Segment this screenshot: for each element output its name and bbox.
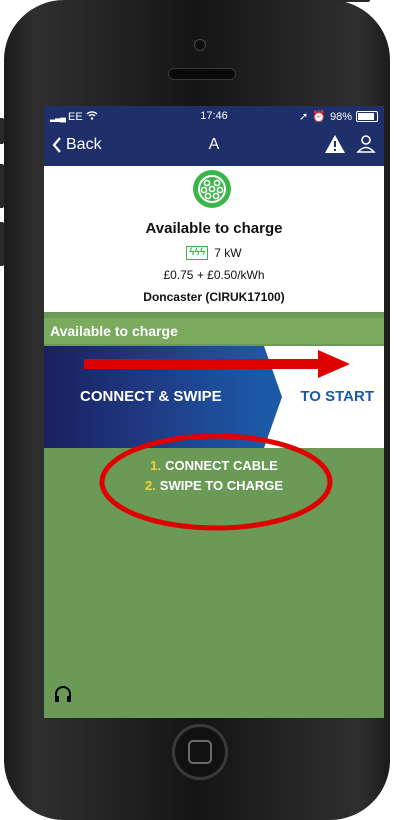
annotation-overlay — [84, 350, 350, 531]
annotation-ellipse — [99, 433, 333, 531]
annotation-arrow — [84, 350, 350, 378]
